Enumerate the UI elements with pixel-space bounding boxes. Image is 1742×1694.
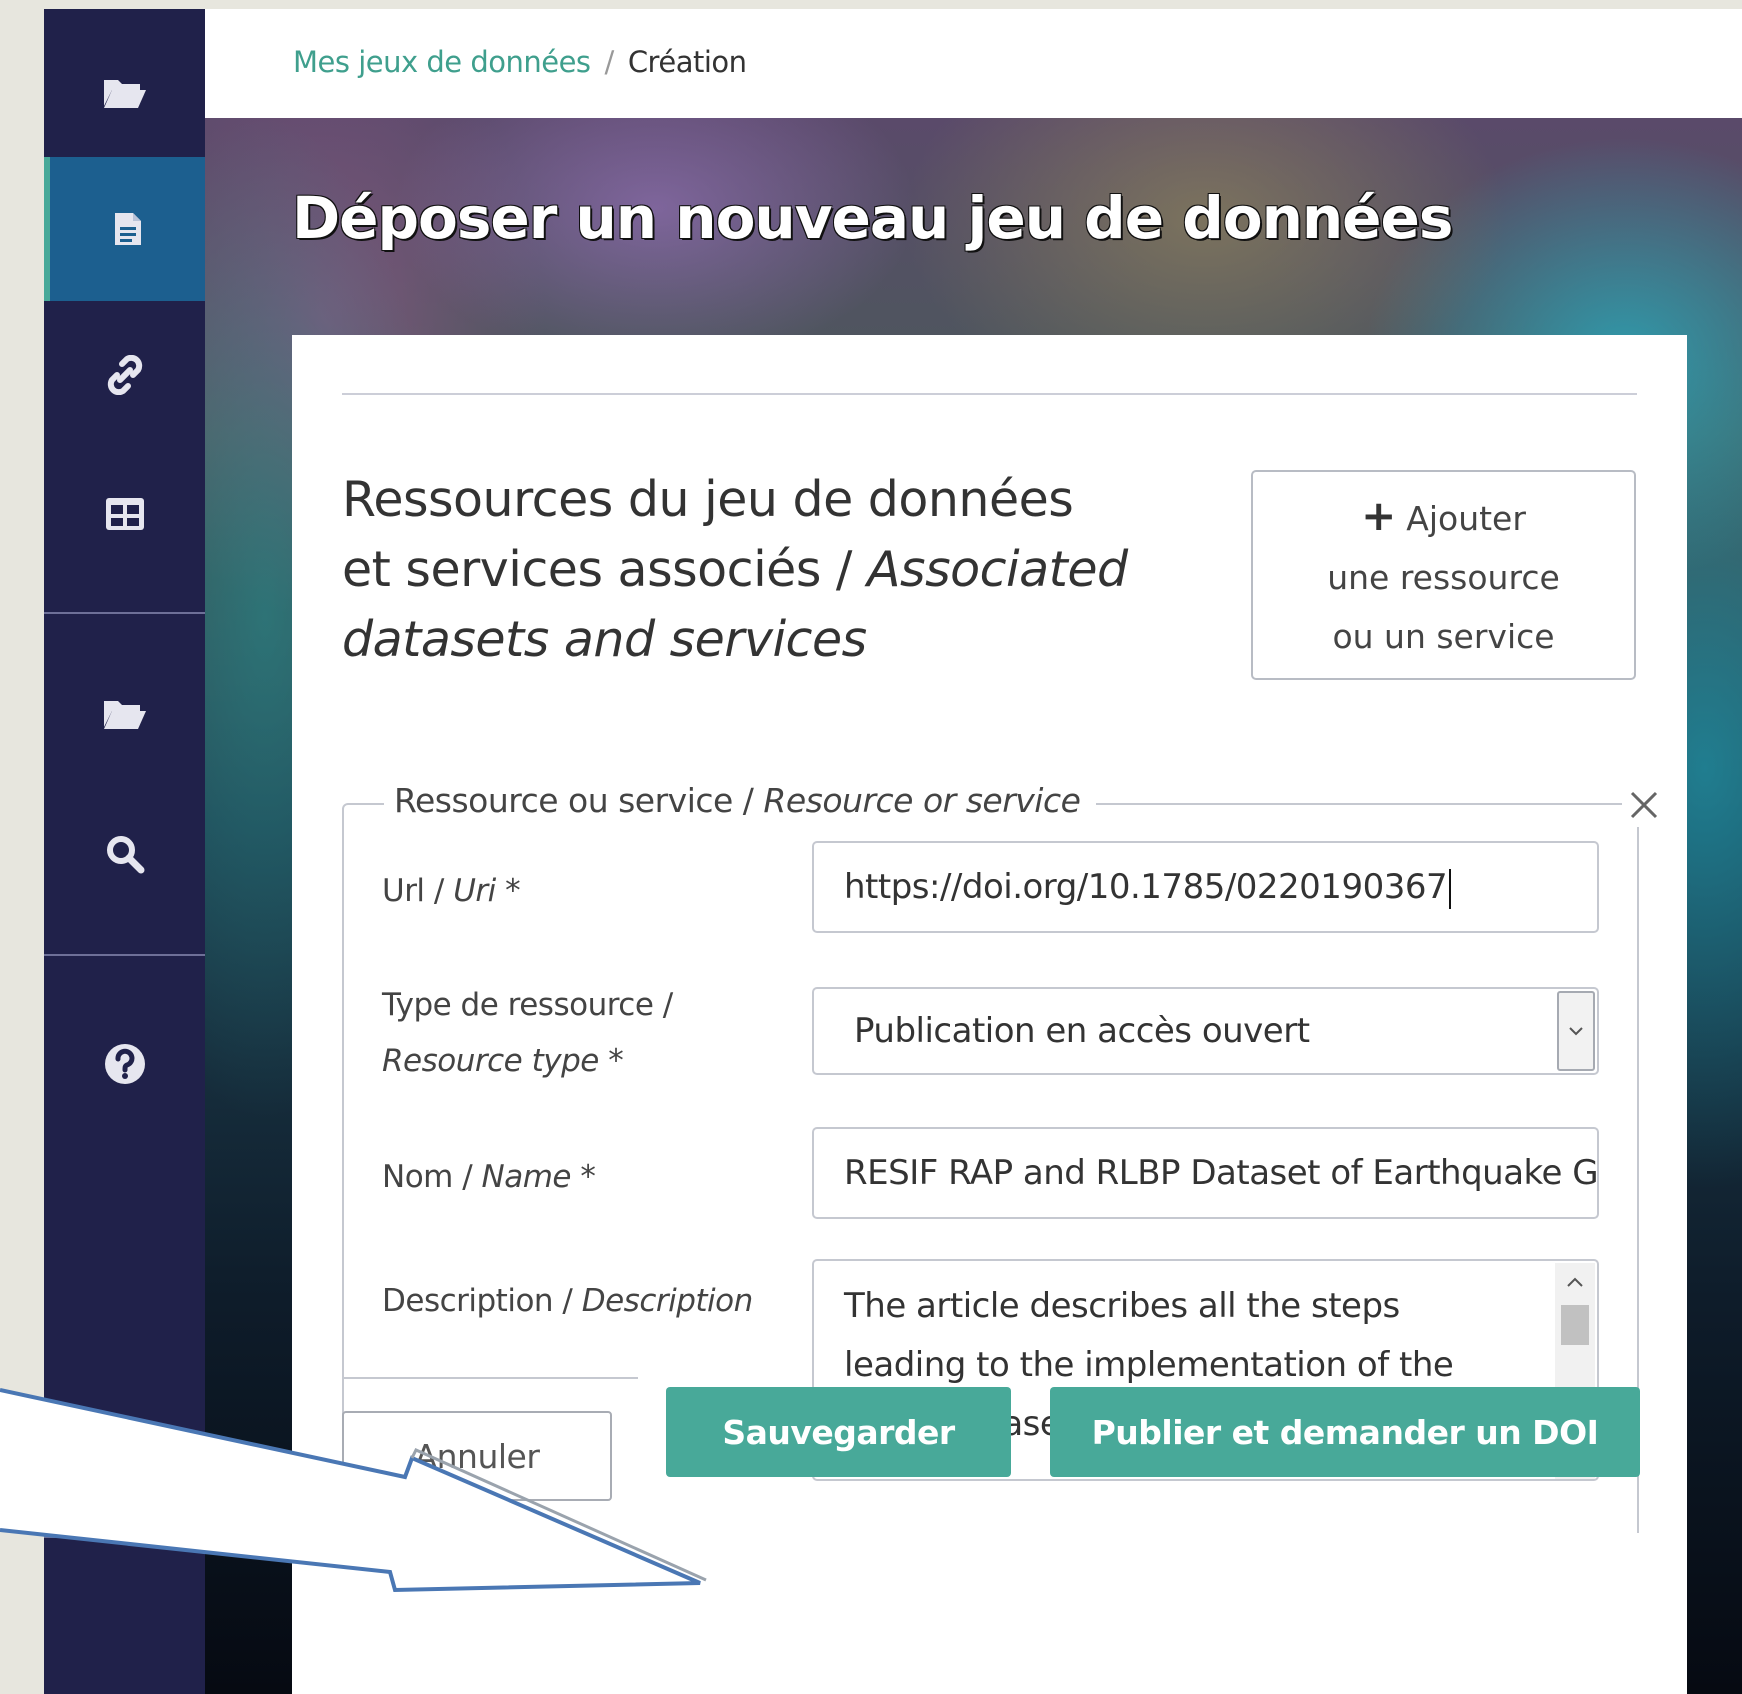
- name-input-value: RESIF RAP and RLBP Dataset of Earthquake…: [844, 1153, 1599, 1193]
- link-icon: [107, 355, 142, 395]
- sidebar-divider: [44, 954, 205, 956]
- legend-en: Resource or service: [763, 781, 1081, 820]
- url-input-value: https://doi.org/10.1785/0220190367: [844, 867, 1448, 907]
- page-title: Déposer un nouveau jeu de données: [292, 184, 1453, 252]
- description-label-fr: Description /: [382, 1283, 582, 1319]
- divider: [342, 393, 1637, 395]
- close-icon: [1630, 791, 1658, 819]
- add-resource-label-line1: Ajouter: [1406, 499, 1526, 538]
- form-panel: Ressources du jeu de données et services…: [292, 335, 1687, 1694]
- section-title-en-line1: Associated: [867, 541, 1128, 598]
- text-caret: [1449, 868, 1452, 909]
- url-label-en: Uri: [453, 873, 496, 909]
- sidebar-item-links[interactable]: [44, 301, 205, 449]
- breadcrumb-separator: /: [604, 45, 615, 79]
- add-resource-label-line2: une ressource: [1327, 558, 1560, 597]
- publish-doi-button[interactable]: Publier et demander un DOI: [1050, 1387, 1640, 1477]
- sidebar-item-new-dataset[interactable]: [44, 157, 205, 301]
- legend-fr: Ressource ou service /: [394, 781, 764, 820]
- name-label-en: Name: [481, 1159, 572, 1195]
- resource-type-selected: Publication en accès ouvert: [854, 1011, 1310, 1051]
- cancel-button[interactable]: Annuler: [342, 1411, 612, 1501]
- plus-icon: +: [1361, 491, 1397, 540]
- section-title: Ressources du jeu de données et services…: [342, 465, 1142, 675]
- sidebar: [44, 9, 205, 1694]
- help-circle-icon: [104, 1044, 145, 1084]
- divider: [342, 1377, 638, 1379]
- resource-type-label: Type de ressource / Resource type *: [382, 977, 673, 1089]
- scrollbar-thumb[interactable]: [1561, 1305, 1589, 1345]
- section-title-fr-line2: et services associés /: [342, 541, 868, 598]
- description-label: Description / Description: [382, 1273, 753, 1329]
- name-input[interactable]: RESIF RAP and RLBP Dataset of Earthquake…: [812, 1127, 1599, 1219]
- table-icon: [105, 498, 144, 530]
- sidebar-item-search[interactable]: [44, 789, 205, 919]
- folder-open-icon: [103, 80, 146, 108]
- folder-open-icon: [103, 701, 146, 729]
- resource-type-select[interactable]: Publication en accès ouvert: [812, 987, 1599, 1075]
- remove-resource-button[interactable]: [1622, 783, 1666, 827]
- resource-type-label-en: Resource type: [382, 1043, 599, 1079]
- document-icon: [114, 213, 141, 245]
- name-label: Nom / Name *: [382, 1149, 596, 1205]
- section-title-fr-line1: Ressources du jeu de données: [342, 471, 1074, 528]
- url-label: Url / Uri *: [382, 863, 521, 919]
- resource-type-label-fr: Type de ressource /: [382, 987, 673, 1023]
- url-input[interactable]: https://doi.org/10.1785/0220190367: [812, 841, 1599, 933]
- sidebar-item-tables[interactable]: [44, 449, 205, 579]
- sidebar-item-my-datasets[interactable]: [44, 29, 205, 157]
- chevron-down-icon[interactable]: [1557, 991, 1595, 1071]
- add-resource-button[interactable]: + Ajouter une ressource ou un service: [1251, 470, 1636, 680]
- required-marker: *: [598, 1043, 624, 1079]
- sidebar-item-all-datasets[interactable]: [44, 649, 205, 779]
- description-label-en: Description: [581, 1283, 754, 1319]
- sidebar-divider: [44, 1536, 205, 1538]
- save-button[interactable]: Sauvegarder: [666, 1387, 1011, 1477]
- name-label-fr: Nom /: [382, 1159, 482, 1195]
- top-bar: Mes jeux de données / Création: [205, 9, 1742, 118]
- search-icon: [106, 836, 144, 874]
- required-marker: *: [495, 873, 521, 909]
- breadcrumb: Mes jeux de données / Création: [293, 45, 747, 79]
- add-resource-label-line3: ou un service: [1332, 617, 1555, 656]
- sidebar-item-help[interactable]: [44, 999, 205, 1129]
- resource-fieldset-legend: Ressource ou service / Resource or servi…: [384, 781, 1097, 820]
- section-title-en-line2: datasets and services: [342, 611, 867, 668]
- breadcrumb-current: Création: [627, 45, 747, 79]
- sidebar-divider: [44, 612, 205, 614]
- chevron-up-icon[interactable]: [1567, 1277, 1583, 1287]
- required-marker: *: [570, 1159, 596, 1195]
- url-label-fr: Url /: [382, 873, 454, 909]
- breadcrumb-link-my-datasets[interactable]: Mes jeux de données: [293, 45, 591, 79]
